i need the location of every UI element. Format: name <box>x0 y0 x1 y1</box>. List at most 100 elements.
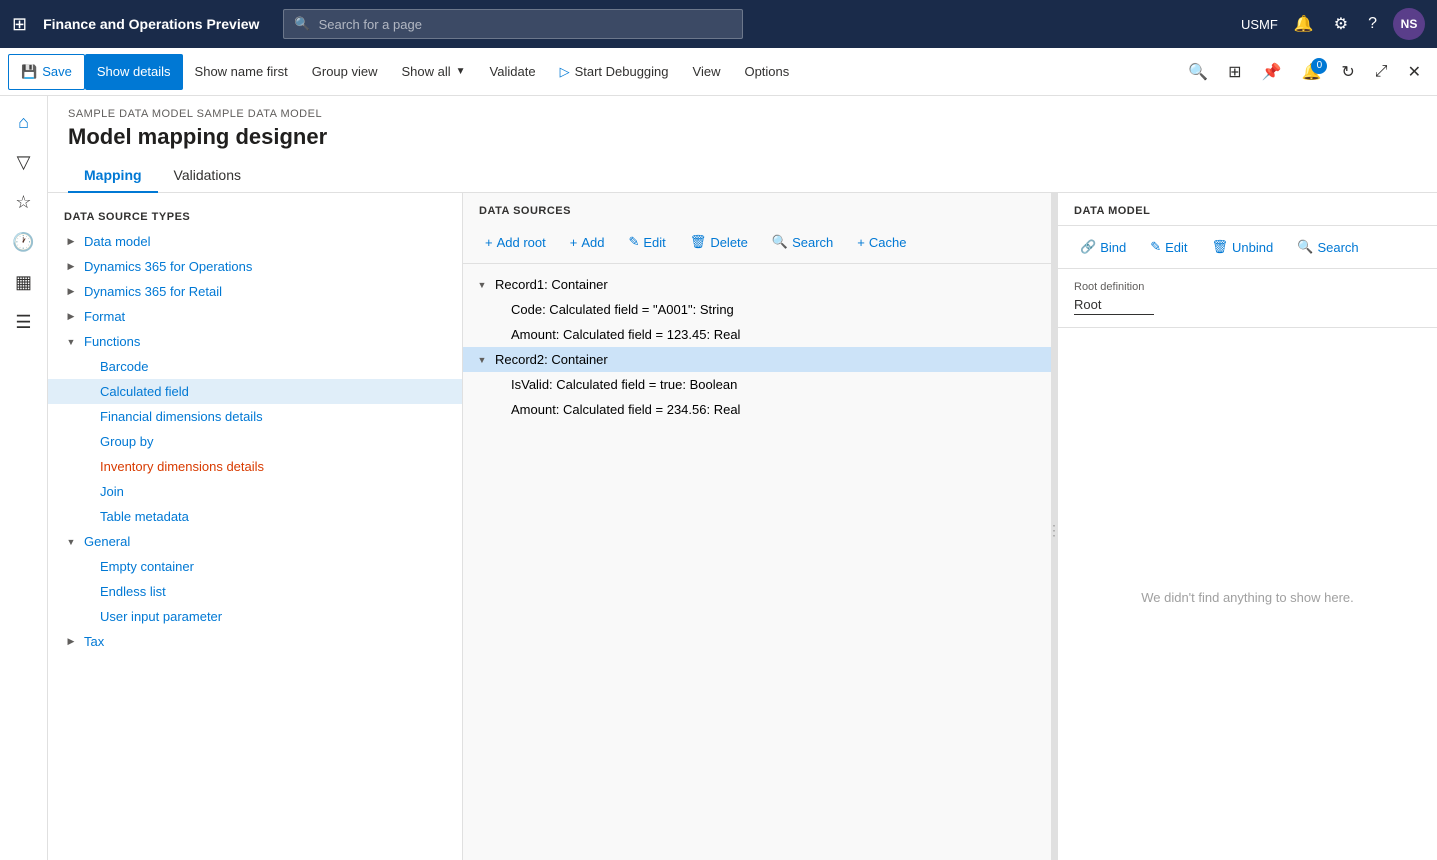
item-label: Record1: Container <box>495 277 608 292</box>
plus-icon: + <box>570 235 578 250</box>
validate-button[interactable]: Validate <box>478 54 548 90</box>
dm-edit-button[interactable]: ✎ Edit <box>1140 234 1197 260</box>
show-details-button[interactable]: Show details <box>85 54 183 90</box>
tree-item-inventory-dim[interactable]: Inventory dimensions details <box>48 454 462 479</box>
tree-item-dynamics-ops[interactable]: ▶ Dynamics 365 for Operations <box>48 254 462 279</box>
bind-button[interactable]: 🔗 Bind <box>1070 234 1136 260</box>
tree-item-empty-container[interactable]: Empty container <box>48 554 462 579</box>
pin-button[interactable]: 📌 <box>1254 56 1290 88</box>
item-label: Empty container <box>100 559 194 574</box>
ds-item-code[interactable]: Code: Calculated field = "A001": String <box>463 297 1051 322</box>
expand-icon <box>80 410 94 424</box>
item-label: Table metadata <box>100 509 189 524</box>
expand-icon: ▼ <box>475 353 489 367</box>
tree-item-functions[interactable]: ▼ Functions <box>48 329 462 354</box>
layout-button[interactable]: ⊞ <box>1220 56 1249 88</box>
tree-item-table-metadata[interactable]: Table metadata <box>48 504 462 529</box>
group-view-button[interactable]: Group view <box>300 54 390 90</box>
command-bar-right: 🔍 ⊞ 📌 🔔 0 ↻ ⤢ ✕ <box>1180 56 1429 88</box>
add-button[interactable]: + Add <box>560 230 615 255</box>
tree-item-join[interactable]: Join <box>48 479 462 504</box>
tree-item-endless-list[interactable]: Endless list <box>48 579 462 604</box>
data-sources-header: DATA SOURCES <box>463 193 1051 225</box>
main-content: SAMPLE DATA MODEL SAMPLE DATA MODEL Mode… <box>48 96 1437 860</box>
data-sources-tree: ▼ Record1: Container Code: Calculated fi… <box>463 264 1051 860</box>
save-button[interactable]: 💾 Save <box>8 54 85 90</box>
edit-icon: ✎ <box>628 234 639 250</box>
tab-validations[interactable]: Validations <box>158 159 257 193</box>
sidebar-item-filter[interactable]: ▽ <box>6 144 42 180</box>
close-button[interactable]: ✕ <box>1400 56 1429 88</box>
notifications-button[interactable]: 🔔 <box>1290 10 1318 38</box>
global-search-input[interactable] <box>319 17 733 32</box>
open-new-button[interactable]: ⤢ <box>1367 57 1396 87</box>
data-sources-toolbar: + Add root + Add ✎ Edit 🗑 Delete 🔍 S <box>463 225 1051 264</box>
tree-item-financial-dim[interactable]: Financial dimensions details <box>48 404 462 429</box>
settings-button[interactable]: ⚙ <box>1330 10 1352 38</box>
expand-icon <box>80 360 94 374</box>
show-name-first-button[interactable]: Show name first <box>183 54 300 90</box>
bind-icon: 🔗 <box>1080 239 1096 255</box>
chevron-down-icon: ▼ <box>456 66 466 77</box>
refresh-button[interactable]: ↻ <box>1333 56 1362 88</box>
start-debugging-button[interactable]: ▷ Start Debugging <box>548 54 681 90</box>
tree-item-calculated-field[interactable]: Calculated field <box>48 379 462 404</box>
tree-item-group-by[interactable]: Group by <box>48 429 462 454</box>
item-label: IsValid: Calculated field = true: Boolea… <box>511 377 737 392</box>
tree-item-dynamics-retail[interactable]: ▶ Dynamics 365 for Retail <box>48 279 462 304</box>
ds-item-record1[interactable]: ▼ Record1: Container <box>463 272 1051 297</box>
expand-icon <box>80 560 94 574</box>
tree-item-barcode[interactable]: Barcode <box>48 354 462 379</box>
item-label: Dynamics 365 for Operations <box>84 259 252 274</box>
item-label: Record2: Container <box>495 352 608 367</box>
dm-search-button[interactable]: 🔍 Search <box>1287 234 1368 260</box>
item-label: Format <box>84 309 125 324</box>
view-button[interactable]: View <box>681 54 733 90</box>
item-label: Financial dimensions details <box>100 409 263 424</box>
tree-item-user-input-param[interactable]: User input parameter <box>48 604 462 629</box>
sidebar-item-history[interactable]: 🕐 <box>6 224 42 260</box>
add-root-button[interactable]: + Add root <box>475 230 556 255</box>
left-sidebar: ⌂ ▽ ☆ 🕐 ▦ ☰ <box>0 96 48 860</box>
item-label: Join <box>100 484 124 499</box>
sidebar-item-home[interactable]: ⌂ <box>6 104 42 140</box>
expand-icon <box>491 403 505 417</box>
tree-item-general[interactable]: ▼ General <box>48 529 462 554</box>
sidebar-item-list[interactable]: ☰ <box>6 304 42 340</box>
app-grid-icon[interactable]: ⊞ <box>12 14 27 35</box>
cache-button[interactable]: + Cache <box>847 230 916 255</box>
sidebar-item-workspace[interactable]: ▦ <box>6 264 42 300</box>
expand-icon <box>80 460 94 474</box>
ds-item-isvalid[interactable]: IsValid: Calculated field = true: Boolea… <box>463 372 1051 397</box>
delete-button[interactable]: 🗑 Delete <box>680 229 758 255</box>
search-cmd-button[interactable]: 🔍 <box>1180 56 1216 88</box>
show-all-button[interactable]: Show all ▼ <box>390 54 478 90</box>
ds-item-amount2[interactable]: Amount: Calculated field = 234.56: Real <box>463 397 1051 422</box>
avatar[interactable]: NS <box>1393 8 1425 40</box>
ds-item-amount1[interactable]: Amount: Calculated field = 123.45: Real <box>463 322 1051 347</box>
unbind-button[interactable]: 🗑 Unbind <box>1202 234 1284 260</box>
search-icon: 🔍 <box>1297 239 1313 255</box>
expand-icon: ▶ <box>64 285 78 299</box>
item-label: General <box>84 534 130 549</box>
notification-cmd-button[interactable]: 🔔 0 <box>1293 56 1329 88</box>
ds-item-record2[interactable]: ▼ Record2: Container <box>463 347 1051 372</box>
app-title: Finance and Operations Preview <box>43 16 259 32</box>
tree-item-tax[interactable]: ▶ Tax <box>48 629 462 654</box>
root-definition-value: Root <box>1074 297 1154 315</box>
expand-icon <box>491 303 505 317</box>
tab-mapping[interactable]: Mapping <box>68 159 158 193</box>
options-button[interactable]: Options <box>732 54 801 90</box>
search-ds-button[interactable]: 🔍 Search <box>762 229 843 255</box>
expand-icon <box>80 510 94 524</box>
data-source-types-panel: DATA SOURCE TYPES ▶ Data model ▶ Dynamic… <box>48 193 463 860</box>
global-search-bar[interactable]: 🔍 <box>283 9 743 39</box>
edit-button[interactable]: ✎ Edit <box>618 229 675 255</box>
help-button[interactable]: ? <box>1364 11 1381 37</box>
tree-item-data-model[interactable]: ▶ Data model <box>48 229 462 254</box>
tree-item-format[interactable]: ▶ Format <box>48 304 462 329</box>
sidebar-item-favorites[interactable]: ☆ <box>6 184 42 220</box>
top-navigation: ⊞ Finance and Operations Preview 🔍 USMF … <box>0 0 1437 48</box>
expand-icon: ▶ <box>64 235 78 249</box>
root-definition-label: Root definition <box>1074 281 1421 293</box>
